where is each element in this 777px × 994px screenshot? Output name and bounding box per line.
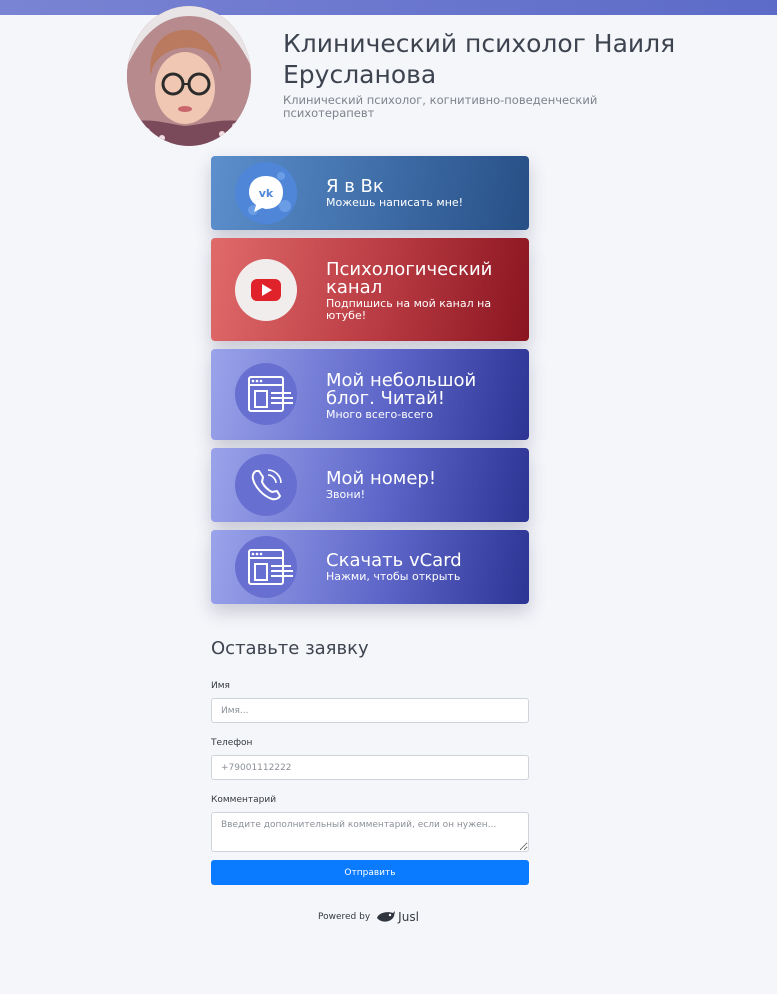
- browser-icon: [235, 363, 297, 425]
- vk-icon: vk: [235, 162, 297, 224]
- link-subtitle: Звони!: [326, 488, 366, 501]
- link-phone[interactable]: Мой номер! Звони!: [211, 448, 529, 522]
- powered-by[interactable]: Powered by Jusl: [318, 910, 419, 924]
- link-title: Психологический канал: [326, 259, 493, 298]
- link-subtitle: Нажми, чтобы открыть: [326, 570, 461, 583]
- page-subtitle: Клинический психолог, когнитивно-поведен…: [283, 93, 598, 120]
- brand-name: Jusl: [398, 910, 419, 924]
- form-title: Оставьте заявку: [211, 638, 369, 659]
- link-title: Скачать vCard: [326, 550, 462, 571]
- brand-logo[interactable]: Jusl: [376, 910, 419, 924]
- link-subtitle: Подпишись на мой канал на ютубе!: [326, 297, 492, 322]
- link-title: Мой небольшой блог. Читай!: [326, 370, 477, 409]
- phone-label: Телефон: [211, 738, 253, 748]
- browser-icon: [235, 536, 297, 598]
- link-youtube[interactable]: Психологический канал Подпишись на мой к…: [211, 238, 529, 341]
- link-vcard[interactable]: Скачать vCard Нажми, чтобы открыть: [211, 530, 529, 604]
- phone-field[interactable]: [211, 755, 529, 780]
- jusl-logo-icon: [377, 911, 396, 922]
- svg-text:vk: vk: [259, 187, 274, 200]
- phone-icon: [235, 454, 297, 516]
- page-title: Клинический психолог Наиля Ерусланова: [283, 29, 676, 89]
- link-title: Мой номер!: [326, 468, 437, 489]
- name-label: Имя: [211, 681, 230, 691]
- avatar-photo: [127, 6, 251, 146]
- link-vk[interactable]: vk Я в Вк Можешь написать мне!: [211, 156, 529, 230]
- comment-label: Комментарий: [211, 795, 277, 805]
- avatar: [127, 6, 251, 146]
- link-subtitle: Много всего-всего: [326, 408, 434, 421]
- top-accent-bar: [0, 0, 777, 15]
- link-subtitle: Можешь написать мне!: [326, 196, 464, 209]
- powered-by-label: Powered by: [318, 912, 371, 922]
- name-field[interactable]: [211, 698, 529, 723]
- comment-field[interactable]: [211, 812, 529, 852]
- submit-button[interactable]: Отправить: [211, 860, 529, 885]
- link-title: Я в Вк: [326, 176, 384, 197]
- link-blog[interactable]: Мой небольшой блог. Читай! Много всего-в…: [211, 349, 529, 440]
- youtube-icon: [235, 259, 297, 321]
